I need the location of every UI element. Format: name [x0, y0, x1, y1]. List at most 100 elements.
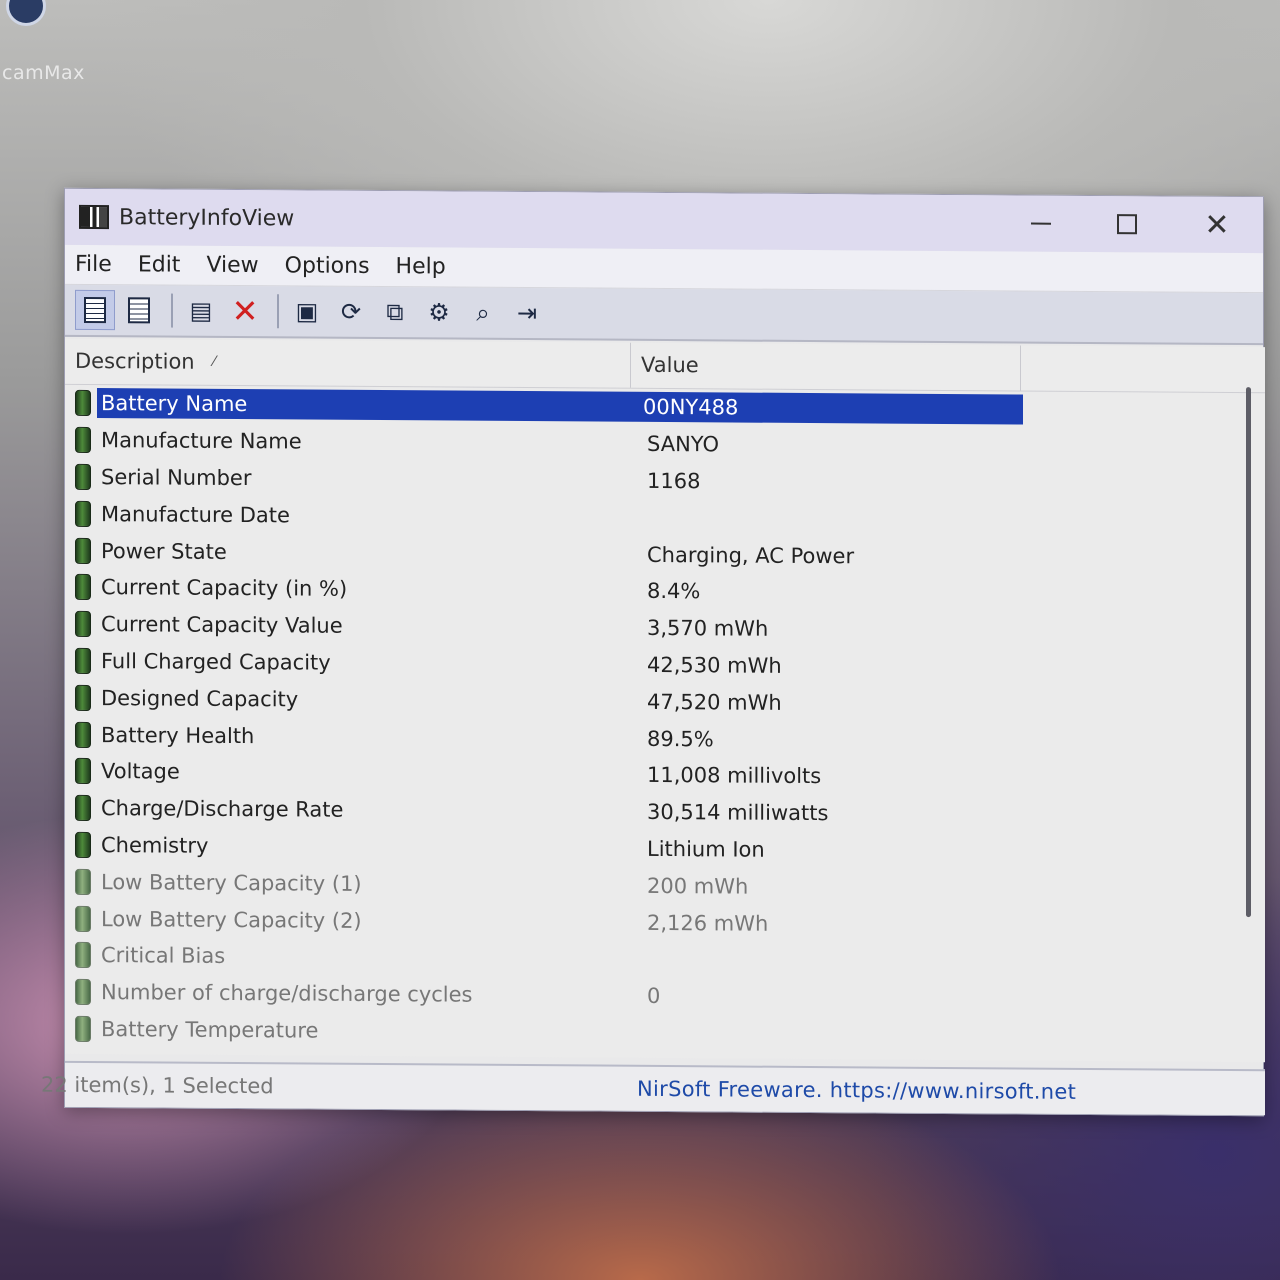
battery-list[interactable]: Description ⁄ Value Battery Name 00NY488 M… — [65, 338, 1265, 1063]
row-description: Battery Health — [101, 722, 255, 748]
status-item-count: 22 item(s), 1 Selected — [41, 1072, 274, 1099]
exit-button[interactable]: ⇥ — [507, 293, 547, 333]
row-value: 1168 — [647, 468, 701, 494]
row-value: 2,126 mWh — [647, 910, 769, 936]
view-list-button[interactable] — [75, 289, 115, 331]
desktop-icon-cammax[interactable]: camMax — [0, 0, 100, 90]
view-list-icon — [84, 296, 106, 324]
column-value[interactable]: Value — [631, 342, 1021, 391]
row-description: Battery Temperature — [101, 1017, 319, 1043]
battery-icon — [75, 831, 91, 858]
menu-file[interactable]: File — [75, 252, 112, 277]
settings-icon: ⚙ — [428, 298, 450, 327]
column-description-label: Description — [75, 348, 195, 374]
column-description[interactable]: Description ⁄ — [65, 338, 631, 388]
battery-icon — [75, 979, 91, 1006]
row-value: 89.5% — [647, 726, 714, 751]
title-bar[interactable]: BatteryInfoView ✕ — [65, 188, 1263, 254]
row-value: 00NY488 — [633, 392, 1023, 425]
row-description: Designed Capacity — [101, 685, 299, 712]
sort-indicator-icon: ⁄ — [213, 353, 216, 370]
battery-info-window: BatteryInfoView ✕ File Edit View Options… — [41, 187, 1265, 1117]
list-rows: Battery Name 00NY488 Manufacture Name SANYO… — [65, 385, 1265, 1056]
row-value: Charging, AC Power — [647, 542, 855, 568]
copy-icon: ⧉ — [386, 298, 404, 327]
find-icon: ⌕ — [476, 298, 490, 327]
row-value: 11,008 millivolts — [647, 763, 822, 789]
maximize-button[interactable] — [1095, 202, 1159, 246]
battery-icon — [75, 427, 91, 454]
maximize-icon — [1117, 214, 1137, 235]
row-description: Number of charge/discharge cycles — [101, 980, 473, 1007]
row-description: Chemistry — [101, 833, 209, 858]
view-html-icon — [128, 297, 150, 324]
toolbar-separator — [171, 293, 173, 328]
row-description: Current Capacity Value — [101, 612, 343, 638]
row-description: Critical Bias — [101, 943, 226, 969]
battery-icon — [75, 758, 91, 785]
properties-icon: ▤ — [189, 296, 213, 325]
save-button[interactable]: ▣ — [287, 291, 327, 331]
save-icon: ▣ — [295, 297, 319, 326]
properties-button[interactable]: ▤ — [181, 291, 221, 331]
menu-help[interactable]: Help — [396, 254, 446, 279]
app-icon — [79, 204, 109, 230]
row-value: 3,570 mWh — [647, 616, 769, 641]
battery-icon — [75, 942, 91, 969]
battery-icon — [75, 1015, 91, 1042]
row-description: Low Battery Capacity (2) — [101, 906, 362, 933]
table-row[interactable]: Battery Temperature — [65, 1010, 1265, 1055]
row-description: Serial Number — [101, 465, 252, 491]
row-description: Manufacture Name — [101, 428, 302, 454]
battery-icon — [75, 611, 91, 638]
battery-icon — [75, 390, 91, 417]
toolbar-separator — [277, 294, 279, 329]
row-description: Battery Name — [97, 388, 633, 423]
row-value: 30,514 milliwatts — [647, 800, 829, 826]
row-description: Manufacture Date — [101, 501, 290, 528]
row-value: SANYO — [647, 432, 720, 457]
row-value: 47,520 mWh — [647, 689, 782, 715]
menu-edit[interactable]: Edit — [138, 252, 181, 277]
row-description: Full Charged Capacity — [101, 649, 331, 675]
row-description: Charge/Discharge Rate — [101, 796, 344, 822]
row-value: 200 mWh — [647, 873, 749, 899]
find-button[interactable]: ⌕ — [463, 293, 503, 333]
window-title: BatteryInfoView — [119, 204, 295, 231]
column-header: Description ⁄ Value — [65, 338, 1265, 394]
toolbar: ▤ ✕ ▣ ⟳ ⧉ ⚙ ⌕ ⇥ — [65, 284, 1263, 346]
nirsoft-link[interactable]: NirSoft Freeware. https://www.nirsoft.ne… — [637, 1077, 1076, 1104]
row-description: Power State — [101, 538, 227, 564]
exit-icon: ⇥ — [516, 298, 538, 328]
status-bar: 22 item(s), 1 Selected NirSoft Freeware.… — [41, 1060, 1265, 1116]
menu-options[interactable]: Options — [285, 253, 370, 279]
settings-button[interactable]: ⚙ — [419, 292, 459, 332]
row-description: Current Capacity (in %) — [101, 575, 348, 602]
menu-view[interactable]: View — [206, 253, 258, 278]
battery-icon — [75, 463, 91, 490]
vertical-scrollbar[interactable] — [1246, 387, 1251, 918]
battery-icon — [75, 574, 91, 601]
delete-icon: ✕ — [231, 291, 259, 331]
minimize-icon — [1031, 222, 1051, 225]
view-html-button[interactable] — [119, 290, 159, 330]
battery-icon — [75, 647, 91, 674]
row-description: Voltage — [101, 759, 180, 784]
row-value: Lithium Ion — [647, 836, 765, 862]
cammax-icon — [6, 0, 46, 26]
copy-button[interactable]: ⧉ — [375, 292, 415, 332]
battery-icon — [75, 500, 91, 527]
battery-icon — [75, 868, 91, 895]
battery-icon — [75, 684, 91, 711]
delete-button[interactable]: ✕ — [225, 291, 265, 331]
row-value: 8.4% — [647, 579, 701, 604]
close-button[interactable]: ✕ — [1185, 203, 1249, 247]
row-value: 0 — [647, 984, 661, 1009]
battery-icon — [75, 795, 91, 822]
minimize-button[interactable] — [1009, 201, 1073, 245]
row-description: Low Battery Capacity (1) — [101, 869, 362, 896]
battery-icon — [75, 537, 91, 564]
close-icon: ✕ — [1204, 207, 1230, 243]
refresh-button[interactable]: ⟳ — [331, 292, 371, 332]
row-value: 42,530 mWh — [647, 652, 782, 678]
